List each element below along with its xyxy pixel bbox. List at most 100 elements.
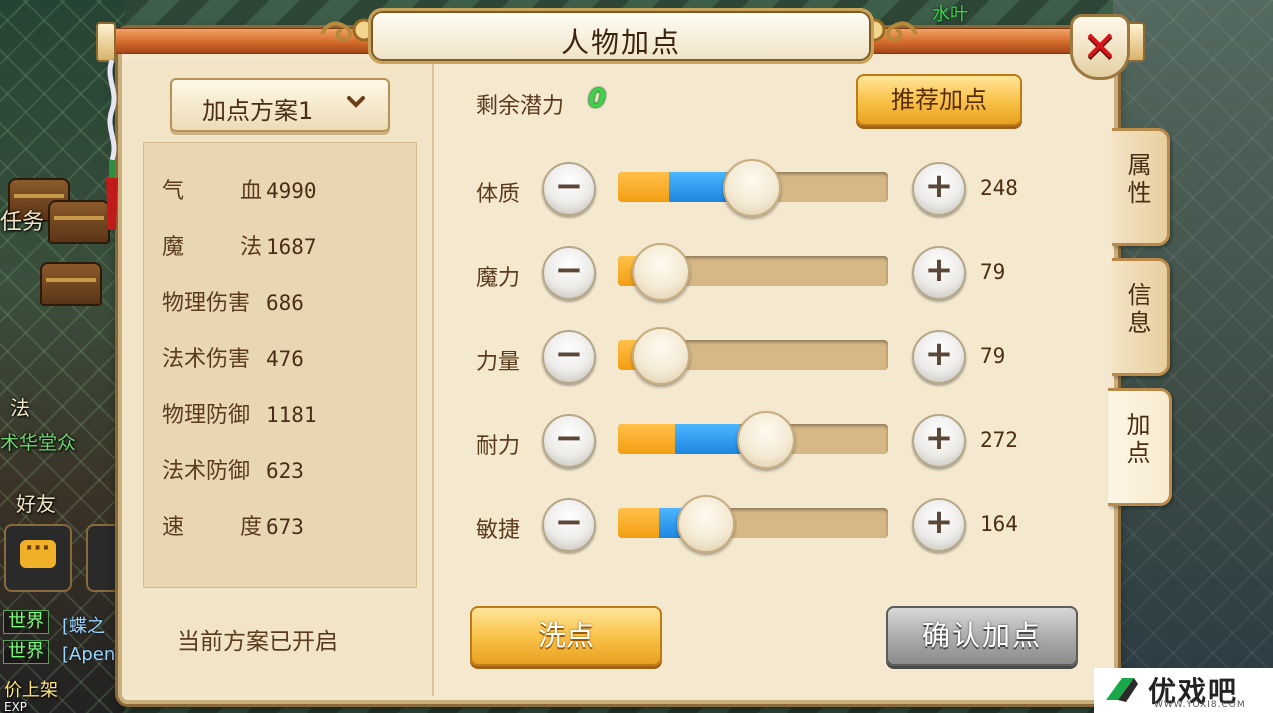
hall-text: 术华堂众 <box>0 432 77 454</box>
minus-icon: − <box>554 250 584 290</box>
plan-status-text: 当前方案已开启 <box>177 629 338 655</box>
minus-icon: − <box>554 166 584 206</box>
plan-dropdown[interactable]: 加点方案1 <box>170 78 390 132</box>
attribute-value: 79 <box>980 344 1006 368</box>
slider-handle[interactable] <box>723 159 781 217</box>
attribute-value: 164 <box>980 512 1018 536</box>
title-plate: 人物加点 <box>368 8 874 64</box>
stat-value: 476 <box>266 347 304 371</box>
attribute-slider[interactable] <box>618 327 888 385</box>
decrease-button[interactable]: − <box>542 246 596 300</box>
slider-handle[interactable] <box>677 495 735 553</box>
attribute-name: 耐力 <box>476 434 521 459</box>
slider-base-fill <box>618 508 659 538</box>
recommend-points-button[interactable]: 推荐加点 <box>856 74 1022 126</box>
slider-handle[interactable] <box>632 243 690 301</box>
brand-logo-icon <box>1100 674 1140 706</box>
tab-attributes[interactable]: 属性 <box>1112 128 1170 246</box>
stat-label: 物理防御 <box>162 403 251 428</box>
close-icon: ✕ <box>1082 22 1118 71</box>
stats-list: 气血 4990 魔法 1687 物理伤害 686 法术伤害 476 物理防御 1181 法… <box>143 142 417 588</box>
attribute-name: 魔力 <box>476 266 521 291</box>
stat-label: 气血 <box>162 179 263 204</box>
stat-value: 673 <box>266 515 304 539</box>
chat-message[interactable]: [Apen <box>62 644 115 665</box>
chat-button[interactable] <box>4 524 72 592</box>
chat-channel-tag: 世界 <box>3 640 49 664</box>
attribute-slider[interactable] <box>618 243 888 301</box>
stat-label: 法术伤害 <box>162 347 251 372</box>
exp-label: EXP <box>4 700 28 713</box>
skill-label: 法 <box>10 396 30 420</box>
stat-value: 4990 <box>266 179 317 203</box>
slider-added-fill <box>675 424 740 454</box>
tab-info[interactable]: 信息 <box>1112 258 1170 376</box>
increase-button[interactable]: + <box>912 414 966 468</box>
stat-value: 686 <box>266 291 304 315</box>
attribute-row-endurance: 耐力 − + 272 <box>476 411 1036 470</box>
reset-points-button[interactable]: 洗点 <box>470 606 662 666</box>
slider-handle[interactable] <box>632 327 690 385</box>
window-title: 人物加点 <box>560 26 681 59</box>
increase-button[interactable]: + <box>912 330 966 384</box>
attribute-row-constitution: 体质 − + 248 <box>476 159 1036 218</box>
stat-label: 物理伤害 <box>162 291 251 316</box>
confirm-points-button[interactable]: 确认加点 <box>886 606 1078 666</box>
stat-row-magic-defense: 法术防御 623 <box>162 453 304 485</box>
increase-button[interactable]: + <box>912 246 966 300</box>
attribute-row-agility: 敏捷 − + 164 <box>476 495 1036 554</box>
npc-name[interactable]: 水叶 <box>932 0 968 26</box>
slider-handle[interactable] <box>737 411 795 469</box>
treasure-chest <box>40 262 102 306</box>
minus-icon: − <box>554 334 584 374</box>
remaining-potential-label: 剩余潜力 <box>476 94 565 119</box>
chat-bubble-icon <box>20 536 56 568</box>
increase-button[interactable]: + <box>912 162 966 216</box>
decrease-button[interactable]: − <box>542 162 596 216</box>
stat-label: 魔法 <box>162 235 263 260</box>
attribute-row-strength: 力量 − + 79 <box>476 327 1036 386</box>
brand-domain: WWW.YOXI8.COM <box>1154 700 1246 710</box>
tab-label: 加点 <box>1126 411 1151 467</box>
stat-value: 623 <box>266 459 304 483</box>
stat-row-mp: 魔法 1687 <box>162 229 317 261</box>
slider-added-fill <box>669 172 726 202</box>
plus-icon: + <box>924 334 954 374</box>
stat-row-magic-damage: 法术伤害 476 <box>162 341 304 373</box>
stat-row-speed: 速度 673 <box>162 509 304 541</box>
minus-icon: − <box>554 418 584 458</box>
decrease-button[interactable]: − <box>542 414 596 468</box>
chat-message: 价上架 <box>4 680 58 701</box>
attribute-name: 敏捷 <box>476 518 521 543</box>
attribute-value: 248 <box>980 176 1018 200</box>
stat-value: 1687 <box>266 235 317 259</box>
watermark: 优戏吧 WWW.YOXI8.COM <box>1094 668 1273 713</box>
attribute-slider[interactable] <box>618 411 888 469</box>
increase-button[interactable]: + <box>912 498 966 552</box>
plus-icon: + <box>924 418 954 458</box>
decrease-button[interactable]: − <box>542 330 596 384</box>
stat-row-physical-defense: 物理防御 1181 <box>162 397 317 429</box>
attribute-slider[interactable] <box>618 159 888 217</box>
attribute-slider[interactable] <box>618 495 888 553</box>
tab-add-points[interactable]: 加点 <box>1108 388 1172 506</box>
close-button[interactable]: ✕ <box>1070 14 1130 80</box>
attribute-name: 体质 <box>476 182 521 207</box>
scroll-rod-cap <box>96 22 116 62</box>
task-label[interactable]: 任务 <box>0 204 44 236</box>
chat-message[interactable]: [蝶之 <box>62 612 105 638</box>
friend-button[interactable]: 好友 <box>16 488 56 517</box>
decrease-button[interactable]: − <box>542 498 596 552</box>
chevron-down-icon <box>346 89 366 121</box>
plus-icon: + <box>924 502 954 542</box>
plus-icon: + <box>924 250 954 290</box>
stat-row-physical-damage: 物理伤害 686 <box>162 285 304 317</box>
tassel-ornament-icon <box>103 59 121 230</box>
stat-row-hp: 气血 4990 <box>162 173 317 205</box>
attribute-name: 力量 <box>476 350 521 375</box>
stat-label: 法术防御 <box>162 459 251 484</box>
plus-icon: + <box>924 166 954 206</box>
slider-base-fill <box>618 172 669 202</box>
attribute-row-magic: 魔力 − + 79 <box>476 243 1036 302</box>
stat-value: 1181 <box>266 403 317 427</box>
